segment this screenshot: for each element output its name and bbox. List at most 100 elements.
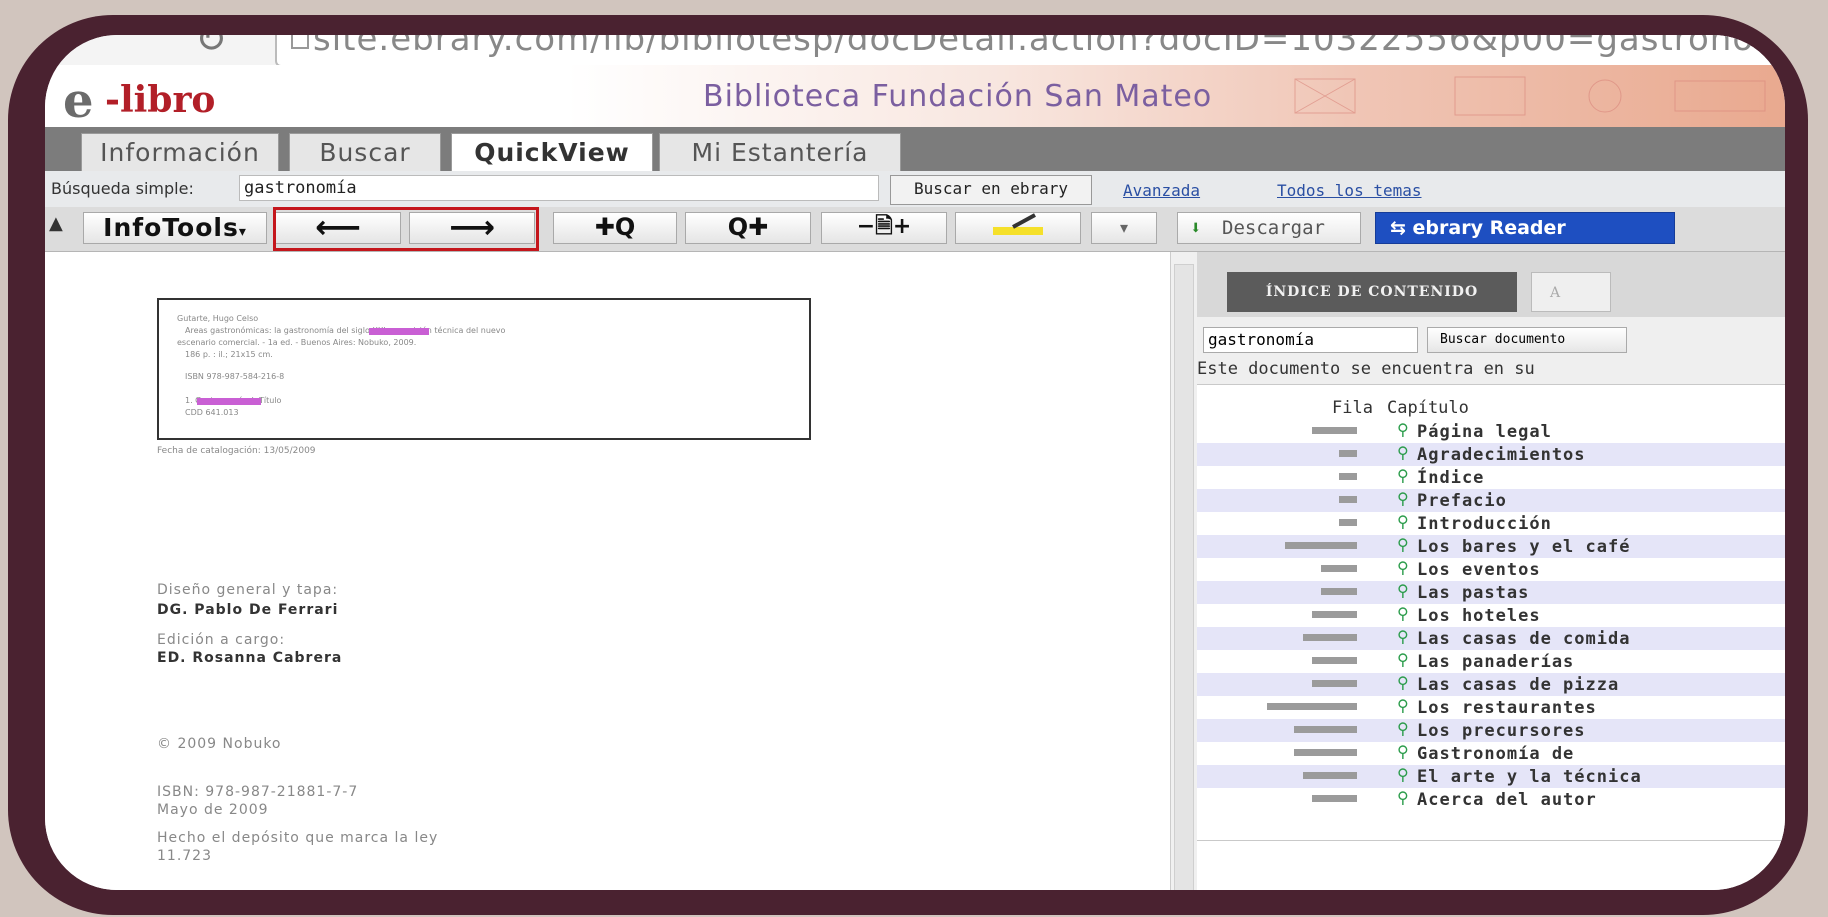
toc-row[interactable]: ⚲ Las pastas xyxy=(1197,581,1785,604)
toc-chapter-label[interactable]: Las panaderías xyxy=(1417,652,1574,672)
search-bar: Búsqueda simple: gastronomía Buscar en e… xyxy=(45,171,1785,208)
search-hit-icon: ⚲ xyxy=(1397,696,1409,715)
toc-hit-bar xyxy=(1339,496,1357,503)
toc-row[interactable]: ⚲ Los bares y el café xyxy=(1197,535,1785,558)
highlight-button[interactable] xyxy=(955,212,1081,244)
side-panel-divider xyxy=(1197,840,1785,841)
edition-name: ED. Rosanna Cabrera xyxy=(157,650,343,666)
search-ebrary-button[interactable]: Buscar en ebrary xyxy=(890,175,1092,205)
toc-row[interactable]: ⚲ Índice xyxy=(1197,466,1785,489)
infotools-menu[interactable]: InfoTools▾ xyxy=(83,212,267,244)
dropdown-arrow-icon: ▾ xyxy=(1119,218,1129,237)
search-next-icon: Q✚ xyxy=(727,213,769,241)
reload-icon[interactable]: ↻ xyxy=(195,35,227,61)
browser-address-area: ↻ site.ebrary.com/lib/bibliotesp/docDeta… xyxy=(45,35,1785,67)
toc-hit-bar xyxy=(1312,795,1357,802)
toc-chapter-label[interactable]: Introducción xyxy=(1417,514,1552,534)
toc-row[interactable]: ⚲ Página legal xyxy=(1197,420,1785,443)
search-hit-highlight xyxy=(369,328,429,335)
advanced-search-link[interactable]: Avanzada xyxy=(1123,181,1200,200)
document-search-input[interactable]: gastronomía xyxy=(1203,327,1418,353)
toc-row[interactable]: ⚲ Prefacio xyxy=(1197,489,1785,512)
toc-row[interactable]: ⚲ Gastronomía de xyxy=(1197,742,1785,765)
search-hit-highlight xyxy=(197,398,261,405)
screenshot-frame: ↻ site.ebrary.com/lib/bibliotesp/docDeta… xyxy=(8,15,1808,915)
toc-hit-bar xyxy=(1321,588,1357,595)
toc-row[interactable]: ⚲ Acerca del autor xyxy=(1197,788,1785,811)
tab-quickview[interactable]: QuickView xyxy=(451,133,653,172)
collapse-toolbar-icon[interactable]: ▲ xyxy=(49,213,63,234)
toc-hits-header: Fila xyxy=(1332,398,1373,418)
zoom-button[interactable]: −🗎+ xyxy=(821,212,947,244)
toc-hit-bar xyxy=(1294,749,1357,756)
design-name: DG. Pablo De Ferrari xyxy=(157,602,339,618)
toc-chapter-header: Capítulo xyxy=(1387,398,1469,418)
toc-chapter-label[interactable]: Los restaurantes xyxy=(1417,698,1597,718)
toc-row[interactable]: ⚲ Los precursores xyxy=(1197,719,1785,742)
toc-row[interactable]: ⚲ Agradecimientos xyxy=(1197,443,1785,466)
scrollbar-thumb[interactable] xyxy=(1174,264,1194,890)
toc-row[interactable]: ⚲ Los hoteles xyxy=(1197,604,1785,627)
toc-row[interactable]: ⚲ Las casas de pizza xyxy=(1197,673,1785,696)
toc-hit-bar xyxy=(1312,611,1357,618)
toc-chapter-label[interactable]: Gastronomía de xyxy=(1417,744,1574,764)
toc-row[interactable]: ⚲ El arte y la técnica xyxy=(1197,765,1785,788)
toc-chapter-label[interactable]: Los eventos xyxy=(1417,560,1541,580)
tab-indice-contenido[interactable]: ÍNDICE DE CONTENIDO xyxy=(1227,272,1517,312)
logo-e: e xyxy=(63,73,94,129)
page-scrollbar[interactable] xyxy=(1170,252,1198,890)
main-tabs: Información Buscar QuickView Mi Estanter… xyxy=(45,127,1785,172)
tab-buscar[interactable]: Buscar xyxy=(289,133,441,172)
previous-hit-button[interactable]: ✚Q xyxy=(553,212,677,244)
toc-chapter-label[interactable]: Prefacio xyxy=(1417,491,1507,511)
toc-chapter-label[interactable]: Las casas de pizza xyxy=(1417,675,1619,695)
toc-chapter-label[interactable]: Las casas de comida xyxy=(1417,629,1630,649)
search-input[interactable]: gastronomía xyxy=(239,175,879,201)
toc-hit-bar xyxy=(1285,542,1357,549)
toc-chapter-label[interactable]: Acerca del autor xyxy=(1417,790,1597,810)
reader-icon: ⇆ xyxy=(1390,217,1413,239)
address-bar[interactable]: site.ebrary.com/lib/bibliotesp/docDetail… xyxy=(275,35,1785,67)
toc-row[interactable]: ⚲ Los restaurantes xyxy=(1197,696,1785,719)
edition-label: Edición a cargo: xyxy=(157,632,286,648)
all-topics-link[interactable]: Todos los temas xyxy=(1277,181,1422,200)
toc-row[interactable]: ⚲ Los eventos xyxy=(1197,558,1785,581)
toc-chapter-label[interactable]: Agradecimientos xyxy=(1417,445,1586,465)
search-hit-icon: ⚲ xyxy=(1397,466,1409,485)
document-search-button[interactable]: Buscar documento xyxy=(1427,327,1627,353)
search-hit-icon: ⚲ xyxy=(1397,765,1409,784)
toc-chapter-label[interactable]: Índice xyxy=(1417,468,1484,488)
toc-row[interactable]: ⚲ Introducción xyxy=(1197,512,1785,535)
toc-row[interactable]: ⚲ Las casas de comida xyxy=(1197,627,1785,650)
tab-informacion[interactable]: Información xyxy=(81,133,279,172)
download-button[interactable]: ⬇ Descargar xyxy=(1177,212,1361,244)
browser-window: ↻ site.ebrary.com/lib/bibliotesp/docDeta… xyxy=(45,35,1785,890)
next-hit-button[interactable]: Q✚ xyxy=(685,212,811,244)
toc-chapter-label[interactable]: Los bares y el café xyxy=(1417,537,1630,557)
catalog-line: Gutarte, Hugo Celso xyxy=(177,314,259,323)
header-decoration xyxy=(1294,76,1766,116)
tab-annotations[interactable]: A xyxy=(1531,272,1611,312)
catalog-line: escenario comercial. - 1a ed. - Buenos A… xyxy=(177,338,417,347)
search-hit-icon: ⚲ xyxy=(1397,627,1409,646)
catalog-line: ISBN 978-987-584-216-8 xyxy=(185,372,285,381)
document-search-note: Este documento se encuentra en su xyxy=(1197,359,1535,379)
zoom-page-icon: −🗎+ xyxy=(856,214,912,239)
more-options-button[interactable]: ▾ xyxy=(1091,212,1157,244)
infotools-label: InfoTools xyxy=(103,213,239,242)
toc-hit-bar xyxy=(1303,772,1357,779)
navigation-highlight-box xyxy=(273,207,539,251)
tab-mi-estanteria[interactable]: Mi Estantería xyxy=(659,133,901,172)
ebrary-reader-button[interactable]: ⇆ ebrary Reader xyxy=(1375,212,1675,244)
search-hit-icon: ⚲ xyxy=(1397,581,1409,600)
toc-chapter-label[interactable]: Los hoteles xyxy=(1417,606,1541,626)
toc-hit-bar xyxy=(1267,703,1357,710)
toc-chapter-label[interactable]: Página legal xyxy=(1417,422,1552,442)
toc-chapter-label[interactable]: El arte y la técnica xyxy=(1417,767,1642,787)
toc-rows: ⚲ Página legal ⚲ Agradecimientos ⚲ Índice ⚲ Pre… xyxy=(1197,420,1785,811)
toc-chapter-label[interactable]: Las pastas xyxy=(1417,583,1529,603)
side-panel: ÍNDICE DE CONTENIDO A gastronomía Buscar… xyxy=(1197,252,1785,890)
search-hit-icon: ⚲ xyxy=(1397,558,1409,577)
toc-chapter-label[interactable]: Los precursores xyxy=(1417,721,1586,741)
toc-row[interactable]: ⚲ Las panaderías xyxy=(1197,650,1785,673)
